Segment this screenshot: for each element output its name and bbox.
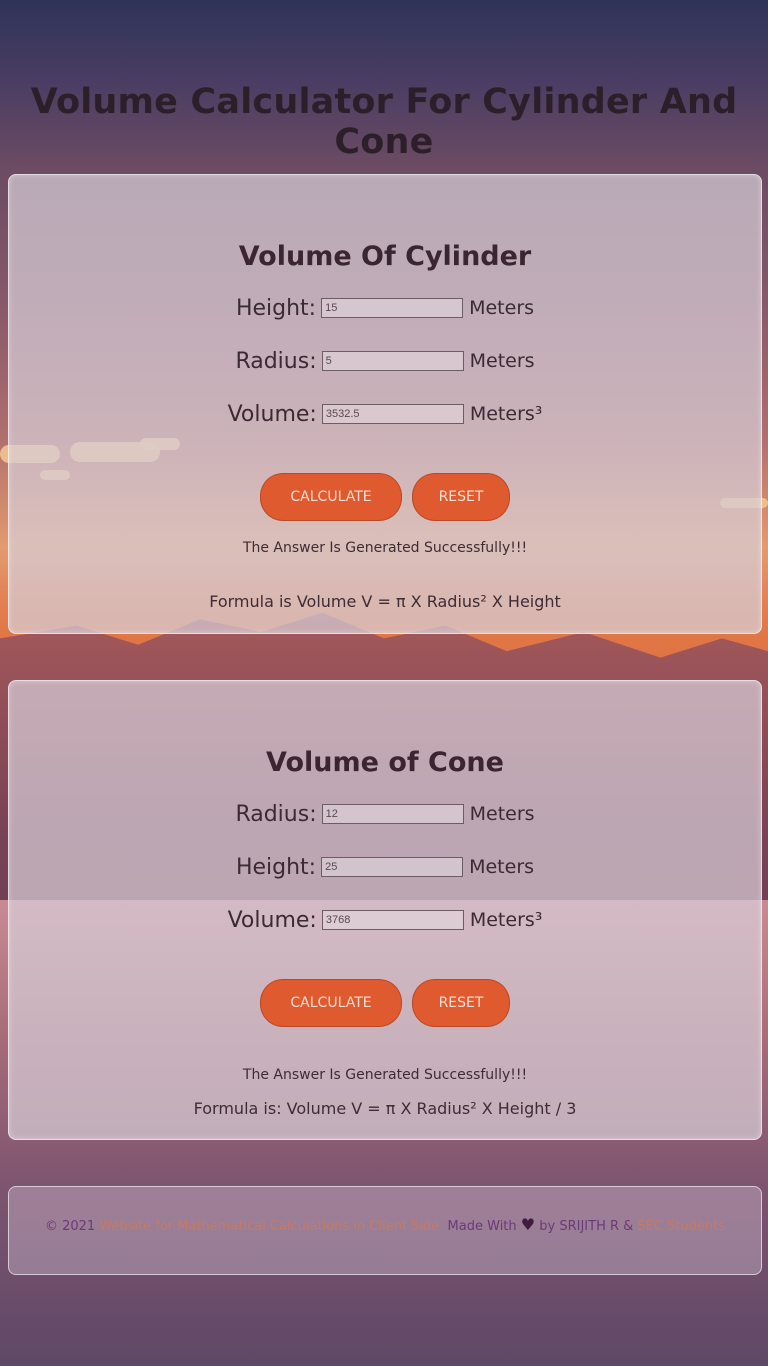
cylinder-reset-button[interactable]: RESET [412, 473, 510, 521]
cone-calculate-button[interactable]: CALCULATE [260, 979, 402, 1027]
cylinder-card: Volume Of Cylinder Height: Meters Radius… [8, 174, 762, 634]
cone-button-group: CALCULATE RESET [9, 979, 761, 1027]
cylinder-button-group: CALCULATE RESET [9, 473, 761, 521]
heart-icon: ♥ [520, 1215, 536, 1234]
cylinder-height-label: Height: [235, 295, 317, 321]
cone-radius-row: Radius: Meters [9, 799, 761, 829]
footer-author: by SRIJITH R & [535, 1219, 638, 1234]
cone-radius-label: Radius: [235, 801, 317, 827]
cylinder-height-row: Height: Meters [9, 293, 761, 323]
cone-success-message: The Answer Is Generated Successfully!!! [242, 1067, 528, 1083]
footer-made-with: Made With [443, 1219, 521, 1234]
cone-height-unit: Meters [469, 856, 535, 878]
cone-radius-unit: Meters [469, 803, 535, 825]
cone-volume-row: Volume: Meters³ [9, 905, 761, 935]
cylinder-calculate-button[interactable]: CALCULATE [260, 473, 402, 521]
cylinder-volume-row: Volume: Meters³ [9, 399, 761, 429]
cylinder-heading: Volume Of Cylinder [238, 241, 532, 272]
footer: © 2021 Website for Mathematical Calculat… [8, 1186, 762, 1275]
cone-card: Volume of Cone Radius: Meters Height: Me… [8, 680, 762, 1140]
cylinder-height-input[interactable] [321, 298, 464, 318]
cone-heading: Volume of Cone [266, 747, 504, 778]
footer-copyright: © 2021 [44, 1219, 100, 1234]
cone-height-input[interactable] [321, 857, 464, 877]
cylinder-volume-unit: Meters³ [469, 403, 543, 425]
footer-site-link[interactable]: Website for Mathematical Calculations in… [99, 1219, 443, 1234]
cylinder-success-message: The Answer Is Generated Successfully!!! [242, 540, 528, 556]
cylinder-radius-input[interactable] [321, 351, 464, 371]
cone-radius-input[interactable] [321, 804, 464, 824]
cylinder-volume-label: Volume: [227, 401, 317, 427]
cylinder-radius-unit: Meters [469, 350, 535, 372]
footer-org-link[interactable]: SEC [637, 1219, 663, 1234]
cone-volume-label: Volume: [227, 907, 317, 933]
cylinder-volume-output[interactable] [321, 404, 464, 424]
cylinder-height-unit: Meters [469, 297, 535, 319]
footer-text: © 2021 Website for Mathematical Calculat… [9, 1215, 761, 1234]
cone-volume-output[interactable] [321, 910, 464, 930]
cone-formula: Formula is: Volume V = π X Radius² X Hei… [193, 1099, 577, 1118]
cone-volume-unit: Meters³ [469, 909, 543, 931]
cone-height-row: Height: Meters [9, 852, 761, 882]
cylinder-radius-label: Radius: [235, 348, 317, 374]
cone-reset-button[interactable]: RESET [412, 979, 510, 1027]
footer-students: Students [662, 1219, 726, 1234]
cylinder-formula: Formula is Volume V = π X Radius² X Heig… [209, 592, 561, 611]
cone-height-label: Height: [235, 854, 317, 880]
cylinder-radius-row: Radius: Meters [9, 346, 761, 376]
page-title: Volume Calculator For Cylinder And Cone [30, 82, 738, 162]
